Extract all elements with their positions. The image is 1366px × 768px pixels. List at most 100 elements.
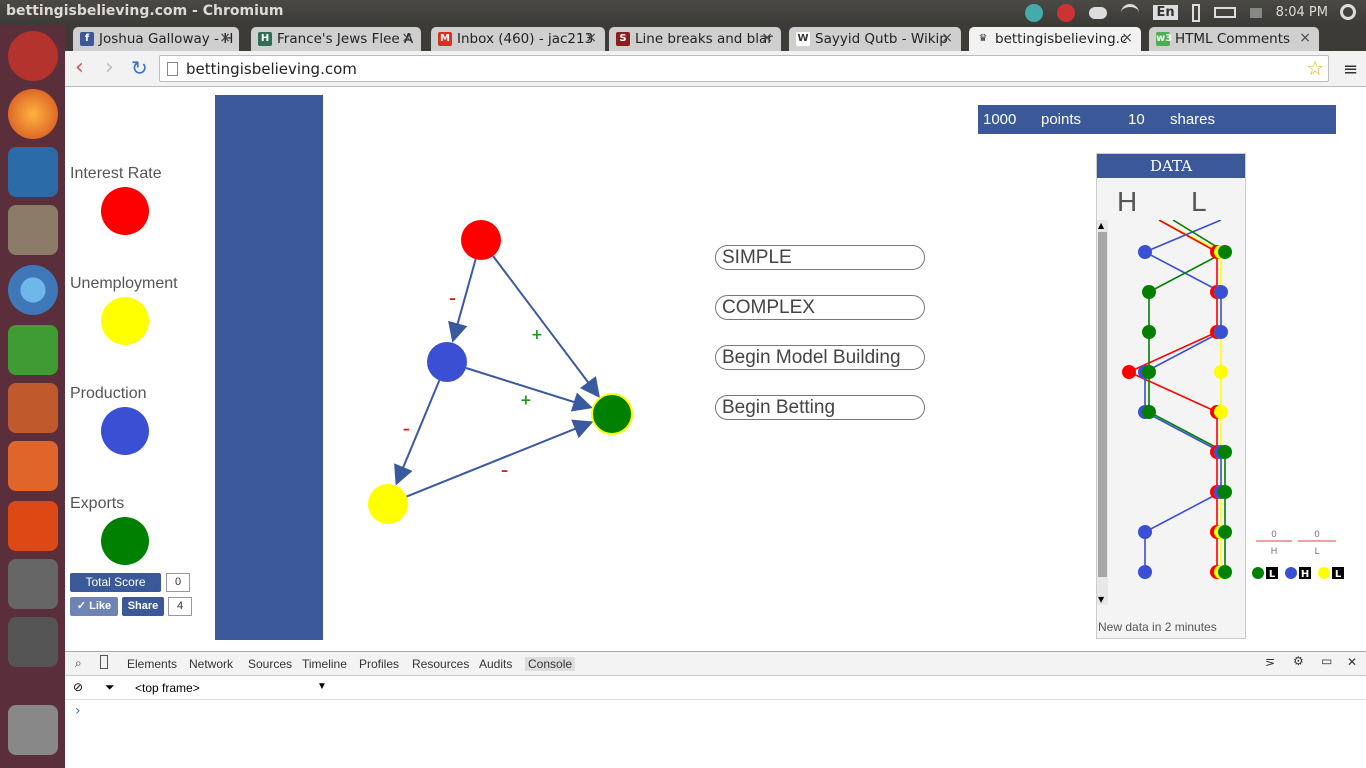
filter-icon[interactable]: ⏷ (105, 680, 115, 695)
reload-icon[interactable]: ↻ (131, 57, 148, 79)
legend-label: Interest Rate (70, 165, 162, 182)
devtools-tab[interactable]: Profiles (359, 657, 399, 671)
settings-icon[interactable] (8, 559, 58, 609)
data-point (1214, 325, 1228, 339)
devtools-tab[interactable]: Sources (248, 657, 292, 671)
tab-close-icon[interactable]: × (401, 30, 413, 46)
menu-button[interactable]: COMPLEX (715, 295, 925, 320)
legend-node[interactable] (101, 407, 149, 455)
url-text[interactable]: bettingisbelieving.com (186, 60, 357, 78)
writer-icon[interactable] (8, 147, 58, 197)
tab-close-icon[interactable]: × (1299, 30, 1311, 46)
device-mode-icon[interactable] (100, 655, 108, 669)
tab-close-icon[interactable]: × (941, 30, 953, 46)
data-scrollbar[interactable]: ▲ ▼ (1097, 220, 1108, 605)
legend-node[interactable] (101, 517, 149, 565)
files-icon[interactable] (8, 205, 58, 255)
legend-label: Exports (70, 495, 125, 512)
workspaces-icon[interactable] (8, 617, 58, 667)
browser-tab[interactable]: H France's Jews Flee A × (251, 27, 421, 51)
devtools-tab[interactable]: Console (525, 657, 576, 671)
keyboard-layout[interactable]: En (1153, 5, 1178, 20)
volume-muted-icon[interactable] (1249, 7, 1262, 18)
bluetooth-icon[interactable] (1191, 3, 1200, 22)
battery-icon[interactable] (1213, 7, 1236, 18)
menu-button[interactable]: SIMPLE (715, 245, 925, 270)
frame-dropdown-icon[interactable]: ▼ (317, 681, 327, 692)
cloud-icon[interactable] (1089, 6, 1108, 19)
browser-tab[interactable]: S Line breaks and blar × (609, 27, 781, 51)
trash-icon[interactable] (8, 705, 58, 755)
causal-edge[interactable] (406, 419, 594, 498)
drawer-icon[interactable]: ⋝ (1265, 655, 1275, 669)
edge-sign: + (531, 327, 543, 343)
devtools-tab[interactable]: Elements (127, 657, 177, 671)
impress-icon[interactable] (8, 383, 58, 433)
menu-button[interactable]: Begin Betting (715, 395, 925, 420)
legend-label: Unemployment (70, 275, 178, 292)
ubuntu-dash-icon[interactable] (8, 31, 58, 81)
graph-node[interactable] (591, 393, 633, 435)
data-point (1218, 445, 1232, 459)
causal-graph[interactable]: – + + – – (355, 207, 655, 527)
firefox-icon[interactable] (8, 89, 58, 139)
data-point (1122, 365, 1136, 379)
edge-sign: – (501, 463, 508, 479)
browser-tab[interactable]: M Inbox (460) - jac213 × (431, 27, 605, 51)
menu-button[interactable]: Begin Model Building (715, 345, 925, 370)
calc-icon[interactable] (8, 325, 58, 375)
share-button[interactable]: Share (122, 597, 164, 616)
devtools-tab[interactable]: Network (189, 657, 233, 671)
tab-close-icon[interactable]: × (761, 30, 773, 46)
scroll-thumb[interactable] (1098, 232, 1107, 577)
address-bar[interactable]: bettingisbelieving.com ☆ (159, 55, 1329, 82)
legend-node[interactable] (101, 187, 149, 235)
tab-close-icon[interactable]: × (219, 30, 231, 46)
devtools-tab[interactable]: Audits (479, 657, 512, 671)
menu-icon[interactable]: ≡ (1343, 59, 1358, 80)
browser-tab[interactable]: w3 HTML Comments × (1149, 27, 1319, 51)
tab-close-icon[interactable]: × (585, 30, 597, 46)
data-point (1218, 485, 1232, 499)
like-button[interactable]: ✓ Like (70, 597, 118, 616)
frame-selector[interactable]: <top frame> (135, 681, 200, 695)
ubuntu-one-icon[interactable] (8, 501, 58, 551)
tab-close-icon[interactable]: × (1121, 30, 1133, 46)
wifi-icon[interactable] (1121, 3, 1140, 22)
gmail-icon: M (438, 32, 452, 46)
scroll-up-arrow-icon[interactable]: ▲ (1098, 221, 1104, 230)
scroll-down-arrow-icon[interactable]: ▼ (1098, 595, 1104, 604)
chromium-icon[interactable] (8, 265, 58, 315)
sync-icon[interactable] (1025, 3, 1044, 22)
devtools-tab[interactable]: Resources (412, 657, 469, 671)
forward-icon[interactable]: › (105, 57, 114, 79)
clear-console-icon[interactable]: ⊘ (73, 680, 83, 694)
back-icon[interactable]: ‹ (75, 57, 84, 79)
legend-node[interactable] (101, 297, 149, 345)
bookmark-star-icon[interactable]: ☆ (1306, 56, 1324, 80)
devtools-close-icon[interactable]: ✕ (1347, 655, 1357, 669)
devtools-tab[interactable]: Timeline (302, 657, 347, 671)
dock-icon[interactable]: ▭ (1321, 654, 1332, 668)
causal-edge[interactable] (448, 258, 477, 343)
devtools-settings-icon[interactable]: ⚙ (1293, 654, 1304, 668)
browser-toolbar: ‹ › ↻ bettingisbelieving.com ☆ ≡ (65, 51, 1366, 87)
devtools-tab-bar: ⌕ Elements Network Sources Timeline Profiles… (65, 652, 1366, 676)
causal-edge[interactable] (492, 255, 600, 399)
stop-icon[interactable] (1057, 3, 1076, 22)
power-gear-icon[interactable] (1340, 4, 1356, 20)
unemployment-key-dot (1318, 567, 1330, 579)
browser-tab[interactable]: W Sayyid Qutb - Wikip × (789, 27, 961, 51)
clock[interactable]: 8:04 PM (1276, 5, 1328, 20)
tab-label: Inbox (460) - jac213 (457, 31, 594, 47)
graph-node[interactable] (461, 220, 501, 260)
graph-node[interactable] (368, 484, 408, 524)
browser-tab[interactable]: f Joshua Galloway - H × (73, 27, 239, 51)
graph-node[interactable] (427, 342, 467, 382)
software-center-icon[interactable] (8, 441, 58, 491)
console-prompt[interactable]: › (75, 703, 81, 719)
inspect-icon[interactable]: ⌕ (75, 656, 82, 671)
shares-value: 10 (1128, 111, 1145, 128)
total-score-button[interactable]: Total Score (70, 573, 161, 592)
browser-tab[interactable]: ♛ bettingisbelieving.c × (969, 27, 1141, 51)
